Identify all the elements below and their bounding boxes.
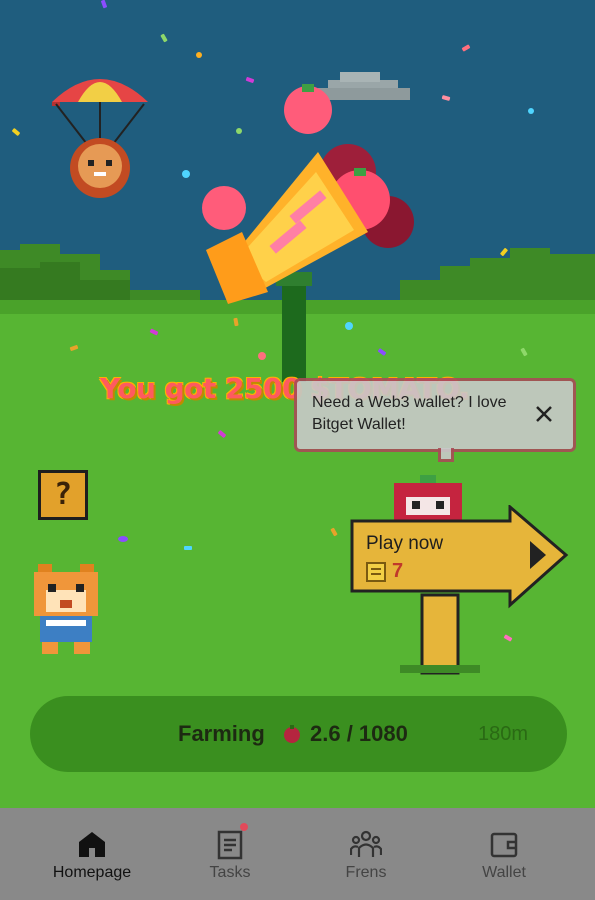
nav-label-frens: Frens [345,864,387,881]
parachute-hamster-icon [52,79,148,198]
nav-label-homepage: Homepage [52,864,132,881]
hamster-character-icon [34,564,98,654]
mystery-box-button[interactable]: ? [38,470,88,520]
tasks-icon [217,830,243,860]
confetti [184,546,192,550]
frens-icon [350,830,382,857]
nav-item-frens[interactable]: Frens [306,808,426,900]
home-icon [79,832,105,857]
play-tickets-count: 7 [392,560,404,582]
close-icon[interactable] [530,400,558,428]
farming-value: 2.6 / 1080 [310,721,408,746]
wallet-icon [490,832,518,858]
nav-item-wallet[interactable]: Wallet [444,808,564,900]
ticket-icon [366,562,386,582]
play-now-label: Play now [366,533,444,554]
nav-item-tasks[interactable]: Tasks [170,808,290,900]
play-now-sign-button[interactable] [350,505,570,675]
confetti [196,52,202,58]
farming-time: 180m [478,723,529,745]
speech-bubble-tail [438,448,454,462]
nav-item-homepage[interactable]: Homepage [32,808,152,900]
confetti [118,536,128,542]
game-scene: You got 2500 $TOMATO. Need a Web3 wallet… [0,0,595,808]
nav-label-wallet: Wallet [482,864,526,881]
speech-bubble-text: Need a Web3 wallet? I love Bitget Wallet… [312,394,507,433]
confetti [528,108,534,114]
nav-label-tasks: Tasks [209,864,251,881]
confetti [182,170,190,178]
tasks-notification-dot [240,823,248,831]
farming-label: Farming [178,721,265,746]
tomato-icon [284,725,300,743]
tomato-tree-icon [202,84,414,382]
